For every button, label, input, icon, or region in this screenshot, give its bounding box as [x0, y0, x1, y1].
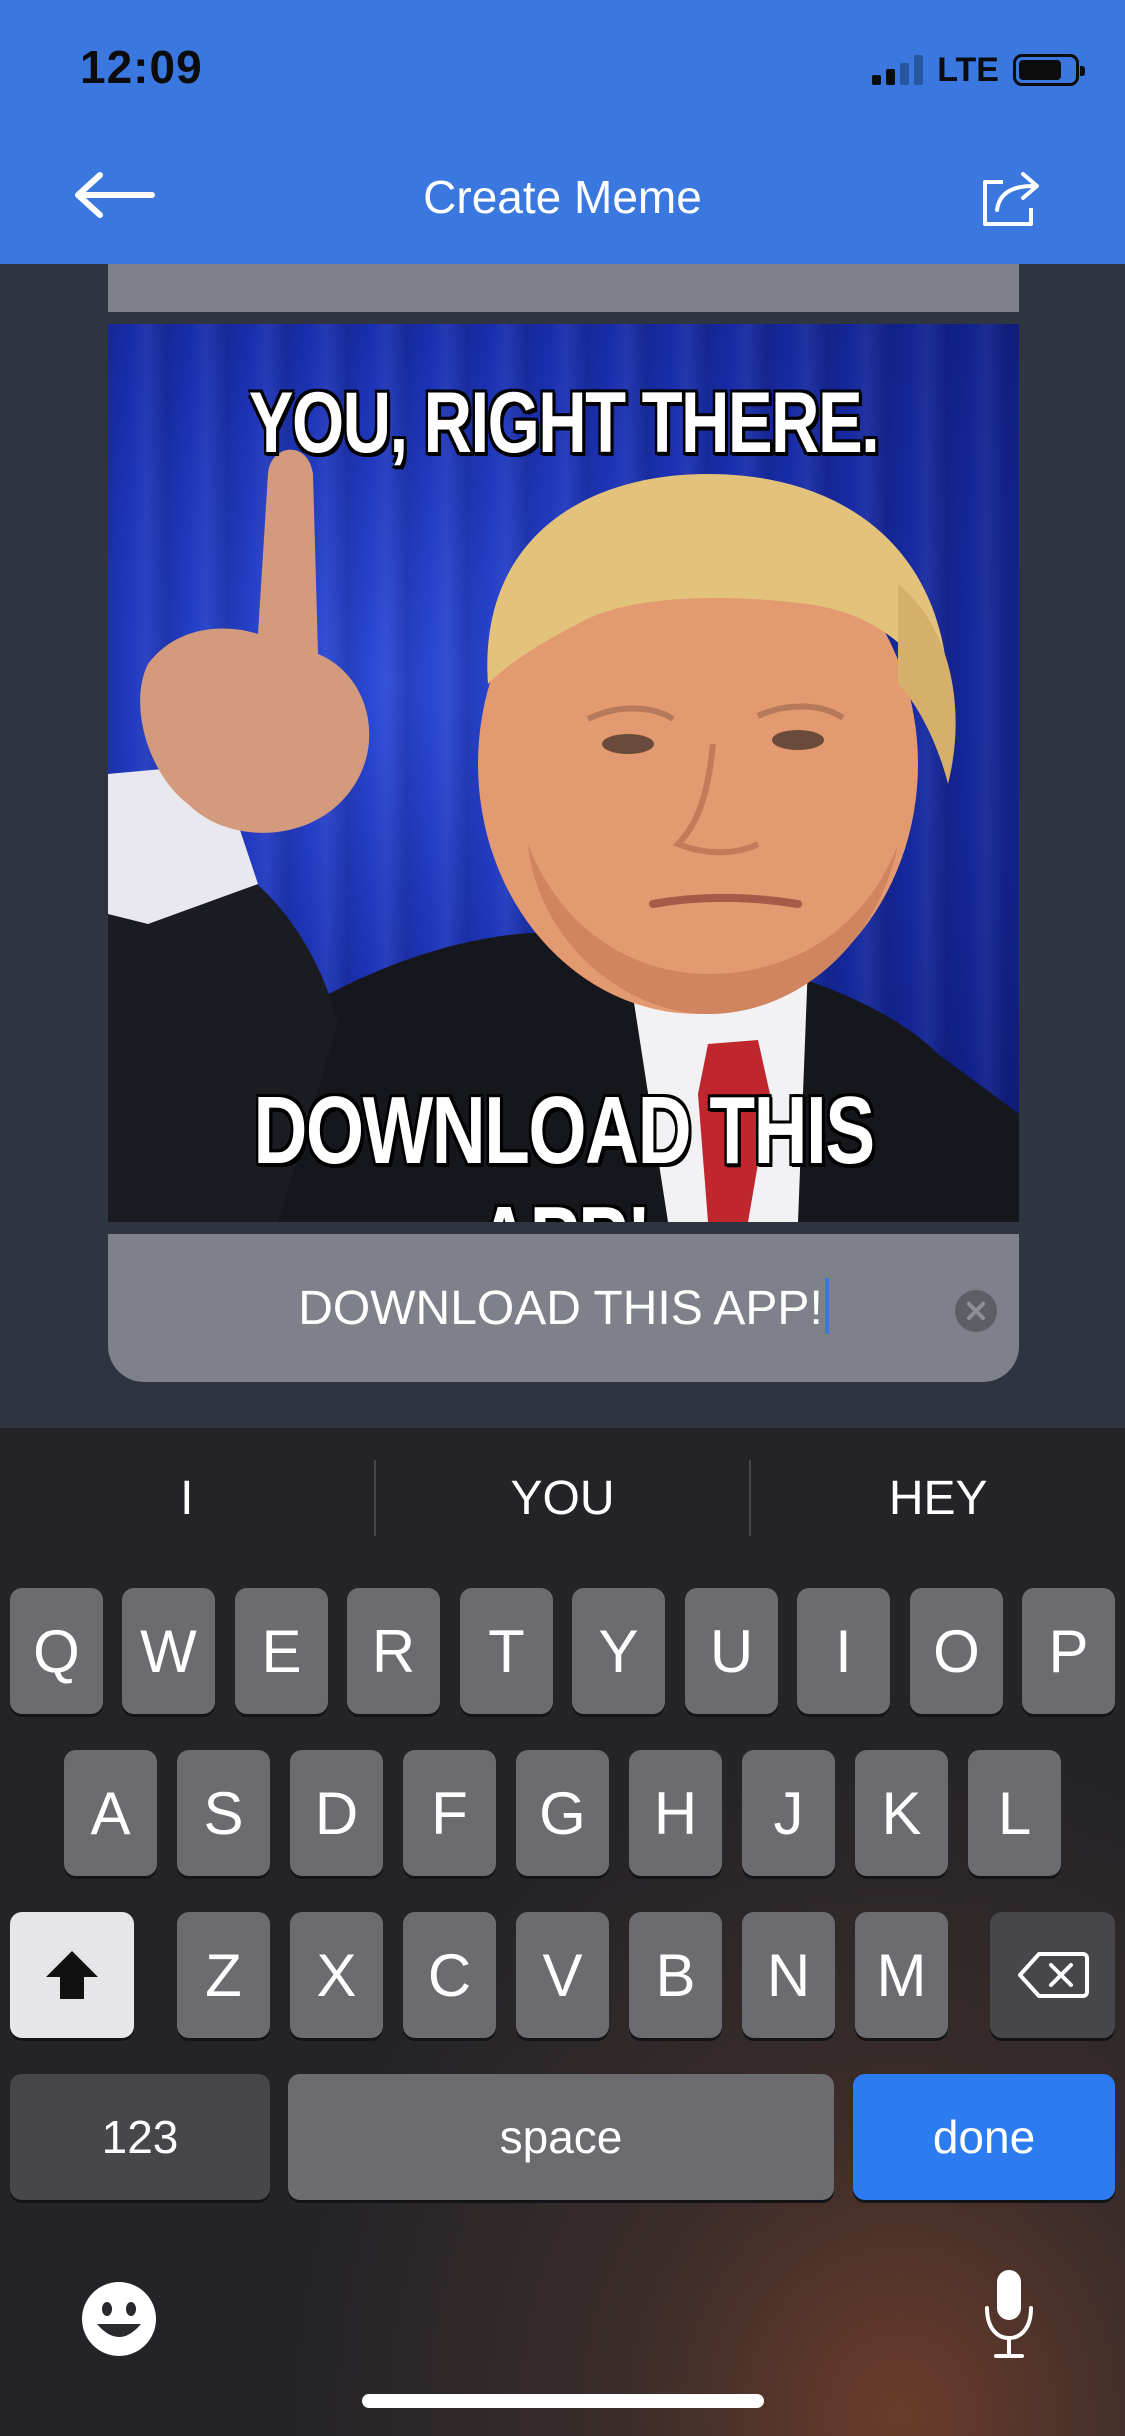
key-r[interactable]: R: [347, 1588, 440, 1714]
caption-text-field[interactable]: DOWNLOAD THIS APP!: [108, 1234, 1019, 1382]
meme-bottom-caption[interactable]: DOWNLOAD THIS APP!: [208, 1076, 919, 1222]
key-j[interactable]: J: [742, 1750, 835, 1876]
home-indicator[interactable]: [362, 2394, 764, 2408]
text-caret: [824, 1278, 829, 1334]
header-bar: 12:09 LTE Create Meme: [0, 0, 1125, 264]
key-v[interactable]: V: [516, 1912, 609, 2038]
emoji-icon[interactable]: [80, 2280, 158, 2358]
meme-top-strip: [108, 264, 1019, 312]
shift-arrow-icon: [46, 1951, 98, 1999]
caption-input-wrapper[interactable]: DOWNLOAD THIS APP!: [108, 1278, 1019, 1336]
backspace-icon: [1017, 1952, 1089, 1998]
microphone-icon[interactable]: [982, 2268, 1036, 2360]
key-q[interactable]: Q: [10, 1588, 103, 1714]
numbers-key[interactable]: 123: [10, 2074, 270, 2200]
key-s[interactable]: S: [177, 1750, 270, 1876]
suggestion-bar: I YOU HEY: [0, 1428, 1125, 1568]
status-time: 12:09: [80, 41, 203, 93]
key-g[interactable]: G: [516, 1750, 609, 1876]
key-p[interactable]: P: [1022, 1588, 1115, 1714]
clear-icon[interactable]: [955, 1290, 997, 1332]
page-title: Create Meme: [423, 171, 702, 223]
key-m[interactable]: M: [855, 1912, 948, 2038]
meme-top-caption[interactable]: YOU, RIGHT THERE.: [208, 374, 919, 473]
key-t[interactable]: T: [460, 1588, 553, 1714]
key-a[interactable]: A: [64, 1750, 157, 1876]
suggestion-item[interactable]: I: [0, 1471, 374, 1526]
key-h[interactable]: H: [629, 1750, 722, 1876]
key-i[interactable]: I: [797, 1588, 890, 1714]
keyboard: I YOU HEY Q W E R T Y U I O P A S D F G …: [0, 1428, 1125, 2436]
key-x[interactable]: X: [290, 1912, 383, 2038]
space-key[interactable]: space: [288, 2074, 834, 2200]
key-o[interactable]: O: [910, 1588, 1003, 1714]
caption-input-value[interactable]: DOWNLOAD THIS APP!: [298, 1282, 823, 1335]
done-key[interactable]: done: [853, 2074, 1115, 2200]
share-icon[interactable]: [979, 168, 1045, 230]
key-d[interactable]: D: [290, 1750, 383, 1876]
suggestion-item[interactable]: YOU: [376, 1471, 750, 1526]
network-label: LTE: [937, 50, 999, 89]
shift-key[interactable]: [10, 1912, 134, 2038]
key-f[interactable]: F: [403, 1750, 496, 1876]
key-k[interactable]: K: [855, 1750, 948, 1876]
suggestion-item[interactable]: HEY: [751, 1471, 1125, 1526]
key-e[interactable]: E: [235, 1588, 328, 1714]
key-y[interactable]: Y: [572, 1588, 665, 1714]
key-z[interactable]: Z: [177, 1912, 270, 2038]
key-c[interactable]: C: [403, 1912, 496, 2038]
key-l[interactable]: L: [968, 1750, 1061, 1876]
key-b[interactable]: B: [629, 1912, 722, 2038]
battery-icon: [1013, 54, 1085, 86]
backspace-key[interactable]: [990, 1912, 1115, 2038]
key-w[interactable]: W: [122, 1588, 215, 1714]
status-indicators: LTE: [872, 50, 1085, 90]
meme-image[interactable]: YOU, RIGHT THERE. DOWNLOAD THIS APP!: [108, 324, 1019, 1222]
key-n[interactable]: N: [742, 1912, 835, 2038]
key-u[interactable]: U: [685, 1588, 778, 1714]
signal-icon: [872, 55, 924, 85]
